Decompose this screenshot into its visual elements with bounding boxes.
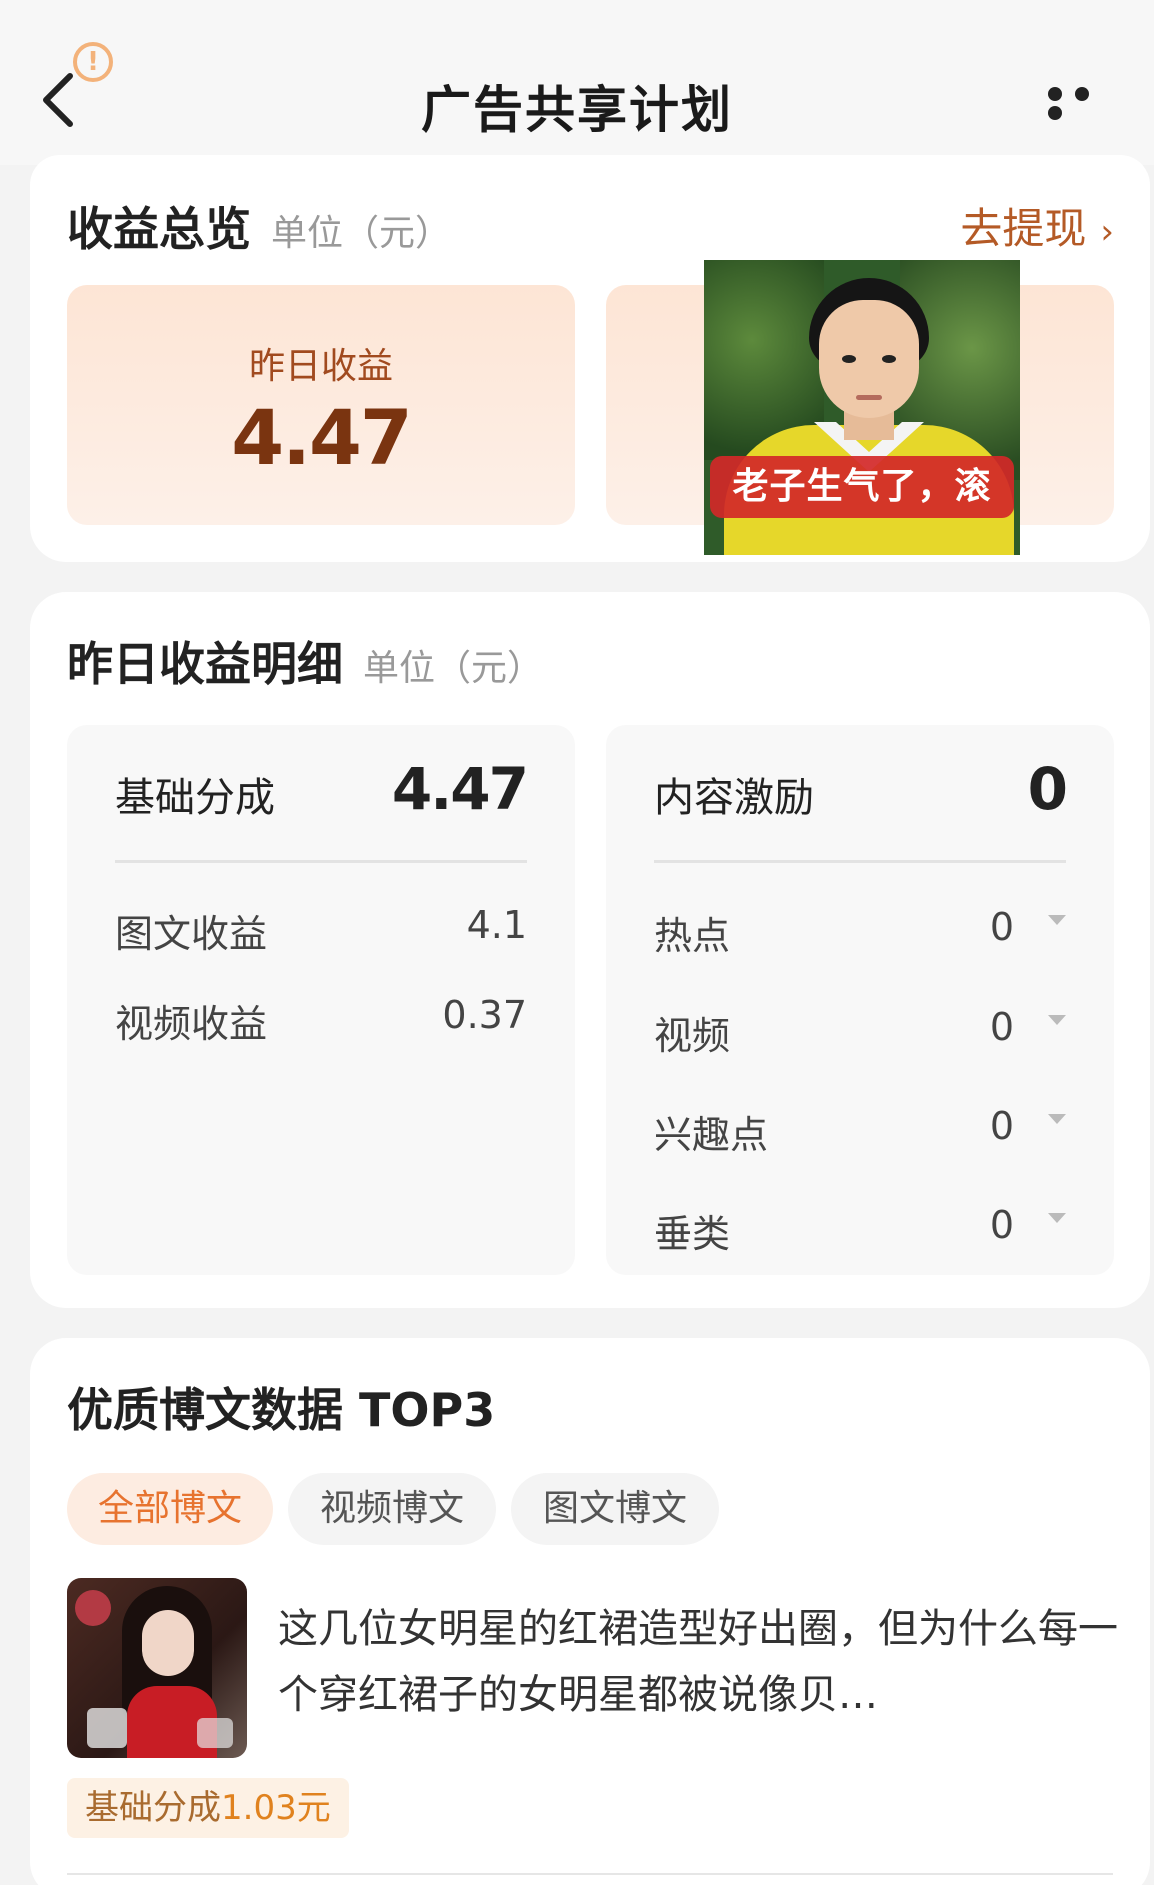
incentive-row-vertical[interactable]: 垂类 0 xyxy=(654,1203,1066,1263)
detail-row-label: 兴趣点 xyxy=(654,1113,769,1157)
meme-eye xyxy=(842,355,856,363)
detail-title: 昨日收益明细 xyxy=(67,637,343,691)
post-earnings-badge: 基础分成1.03元 xyxy=(67,1778,349,1838)
tab-graphic-posts[interactable]: 图文博文 xyxy=(511,1473,719,1545)
detail-row-label: 视频 xyxy=(654,1014,731,1058)
overview-title: 收益总览 xyxy=(67,202,251,256)
base-share-panel: 基础分成 4.47 图文收益 4.1 视频收益 0.37 xyxy=(67,725,575,1275)
yesterday-earnings-box[interactable]: 昨日收益 4.47 xyxy=(67,285,575,525)
base-share-value: 4.47 xyxy=(391,755,529,823)
top-posts-card: 优质博文数据 TOP3 全部博文 视频博文 图文博文 这几位女明星的红裙造型好出… xyxy=(30,1338,1150,1885)
content-incentive-header: 内容激励 0 xyxy=(654,755,1068,835)
thumb-flower xyxy=(75,1590,111,1626)
divider xyxy=(115,860,527,863)
yesterday-earnings-value: 4.47 xyxy=(231,393,413,482)
content-incentive-panel: 内容激励 0 热点 0 视频 0 兴趣点 0 垂类 0 xyxy=(606,725,1114,1275)
top-nav-bar: ! 广告共享计划 xyxy=(0,0,1154,165)
dropdown-triangle-icon[interactable] xyxy=(1048,915,1066,925)
withdraw-link[interactable]: 去提现 › xyxy=(960,195,1114,256)
withdraw-label: 去提现 xyxy=(960,204,1087,253)
detail-row-value: 0 xyxy=(989,1203,1014,1247)
thumb-glass xyxy=(87,1708,127,1748)
base-share-label: 基础分成 xyxy=(115,775,275,821)
content-incentive-value: 0 xyxy=(1027,755,1068,823)
dropdown-triangle-icon[interactable] xyxy=(1048,1213,1066,1223)
meme-caption: 老子生气了，滚 xyxy=(710,456,1014,518)
top-posts-title: 优质博文数据 TOP3 xyxy=(67,1383,496,1437)
post-title[interactable]: 这几位女明星的红裙造型好出圈，但为什么每一个穿红裙子的女明星都被说像贝… xyxy=(278,1596,1128,1728)
incentive-row-interest[interactable]: 兴趣点 0 xyxy=(654,1104,1066,1164)
detail-row-label: 热点 xyxy=(654,914,731,958)
divider xyxy=(654,860,1066,863)
detail-row-label: 垂类 xyxy=(654,1212,731,1256)
yesterday-earnings-label: 昨日收益 xyxy=(248,346,393,387)
chevron-right-icon: › xyxy=(1100,212,1114,252)
detail-row-value: 0 xyxy=(989,905,1014,949)
detail-row-label: 视频收益 xyxy=(115,1002,268,1046)
detail-row-label: 图文收益 xyxy=(115,912,268,956)
content-incentive-label: 内容激励 xyxy=(654,775,814,821)
detail-title-row: 昨日收益明细 单位（元） xyxy=(67,628,543,694)
post-badge-label: 基础分成 xyxy=(85,1788,221,1828)
detail-row-value: 4.1 xyxy=(466,903,527,947)
more-button[interactable] xyxy=(1048,86,1124,120)
detail-row-value: 0 xyxy=(989,1005,1014,1049)
overview-unit: 单位（元） xyxy=(271,213,452,254)
dropdown-triangle-icon[interactable] xyxy=(1048,1015,1066,1025)
detail-unit: 单位（元） xyxy=(363,648,544,689)
page-title: 广告共享计划 xyxy=(421,81,733,139)
tab-video-posts[interactable]: 视频博文 xyxy=(288,1473,496,1545)
detail-row-value: 0.37 xyxy=(442,993,527,1037)
detail-row-video: 视频收益 0.37 xyxy=(115,993,527,1053)
detail-row-value: 0 xyxy=(989,1104,1014,1148)
meme-eye xyxy=(882,355,896,363)
dropdown-triangle-icon[interactable] xyxy=(1048,1114,1066,1124)
base-share-header: 基础分成 4.47 xyxy=(115,755,529,835)
detail-row-graphic: 图文收益 4.1 xyxy=(115,903,527,963)
meme-mouth xyxy=(856,395,882,400)
thumb-glass xyxy=(197,1718,233,1748)
incentive-row-video[interactable]: 视频 0 xyxy=(654,1005,1066,1065)
divider xyxy=(67,1873,1113,1875)
more-dot xyxy=(1048,106,1062,120)
tab-all-posts[interactable]: 全部博文 xyxy=(67,1473,273,1545)
post-thumbnail[interactable] xyxy=(67,1578,247,1758)
more-dots-icon xyxy=(1048,87,1062,101)
meme-image: 老子生气了，滚 xyxy=(704,260,1020,555)
earnings-detail-card: 昨日收益明细 单位（元） 基础分成 4.47 图文收益 4.1 视频收益 0.37… xyxy=(30,592,1150,1308)
meme-face xyxy=(819,300,919,418)
more-dot xyxy=(1075,87,1089,101)
overview-title-row: 收益总览 单位（元） xyxy=(67,193,451,259)
post-badge-value: 1.03元 xyxy=(221,1788,331,1828)
incentive-row-hot[interactable]: 热点 0 xyxy=(654,905,1066,965)
thumb-face xyxy=(142,1610,194,1676)
